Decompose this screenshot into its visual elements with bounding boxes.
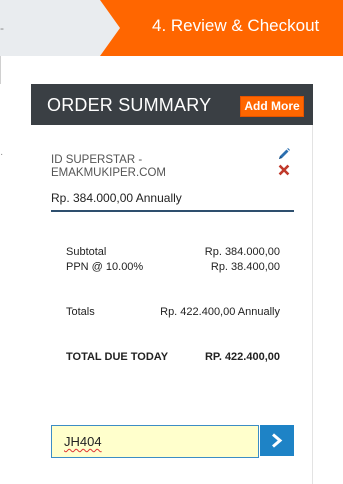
product-item: ID SUPERSTAR - EMAKMUKIPER.COM (51, 154, 277, 180)
order-summary-panel: ORDER SUMMARY Add More ID SUPERSTAR - EM… (31, 84, 313, 484)
tax-label: PPN @ 10.00% (66, 261, 144, 273)
order-summary-title: ORDER SUMMARY (47, 95, 212, 115)
total-due-label: TOTAL DUE TODAY (66, 351, 169, 363)
step-review-checkout: 4. Review & Checkout (100, 0, 343, 56)
totals-value: Rp. 422.400,00 Annually (160, 306, 280, 318)
step-previous[interactable]: - (0, 0, 120, 56)
total-due-value: RP. 422.400,00 (204, 351, 280, 363)
promo-submit-button[interactable] (260, 425, 294, 456)
step-current-label: 4. Review & Checkout (152, 16, 320, 35)
pencil-icon[interactable] (277, 147, 291, 161)
chevron-right-icon (272, 433, 283, 448)
close-icon[interactable] (278, 163, 290, 176)
product-price: Rp. 384.000,00 Annually (51, 190, 294, 212)
subtotal-label: Subtotal (66, 246, 107, 258)
order-summary-header: ORDER SUMMARY Add More (31, 84, 313, 125)
add-more-button[interactable]: Add More (240, 96, 304, 117)
subtotal-value: Rp. 384.000,00 (204, 246, 280, 258)
step-previous-mark: - (0, 21, 4, 35)
sidebar-divider (0, 56, 1, 84)
product-name: ID SUPERSTAR - EMAKMUKIPER.COM (51, 154, 167, 179)
totals-label: Totals (66, 306, 95, 318)
checkout-steps: - 4. Review & Checkout (0, 0, 343, 56)
tax-value: Rp. 38.400,00 (210, 261, 280, 273)
sidebar-bullet: · (0, 149, 4, 160)
promo-code-input[interactable] (51, 425, 259, 458)
